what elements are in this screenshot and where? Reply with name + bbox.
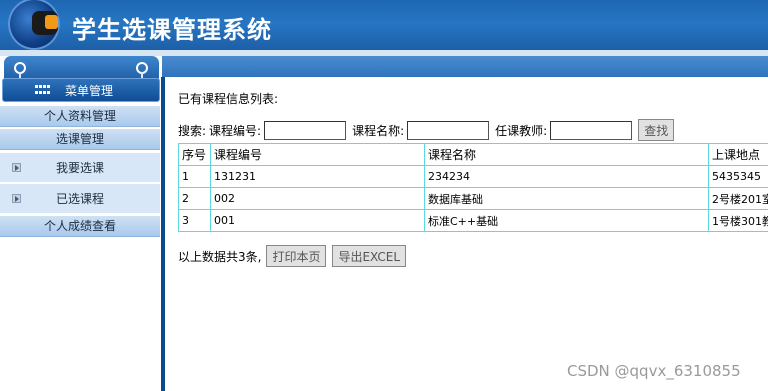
table-header-row: 序号 课程编号 课程名称 上课地点	[178, 143, 768, 166]
sidebar-blank	[0, 238, 160, 391]
menu-header-label: 菜单管理	[65, 83, 114, 98]
ring-icon	[14, 62, 26, 80]
cell-location: 2号楼201室	[708, 187, 768, 210]
ring-icon	[136, 62, 148, 80]
app-header: 学生选课管理系统	[0, 0, 768, 50]
watermark: CSDN @qqvx_6310855	[567, 362, 741, 380]
menu-header[interactable]: 菜单管理	[2, 78, 160, 102]
cell-index: 3	[178, 209, 211, 232]
column-header: 课程名称	[424, 143, 709, 166]
record-count: 以上数据共3条,	[178, 249, 262, 264]
table-row[interactable]: 1 131231 234234 5435345	[178, 165, 768, 188]
column-header: 序号	[178, 143, 211, 166]
menu-cap	[4, 56, 159, 80]
table-footer: 以上数据共3条, 打印本页 导出EXCEL	[178, 245, 412, 267]
course-code-input[interactable]	[264, 120, 347, 140]
logo-accent	[45, 15, 58, 29]
cell-index: 2	[178, 187, 211, 210]
cell-course-name: 数据库基础	[424, 187, 709, 210]
nav-item-label: 已选课程	[56, 192, 105, 206]
search-button[interactable]: 查找	[638, 119, 675, 141]
app-title: 学生选课管理系统	[72, 15, 272, 44]
sidebar: 菜单管理 个人资料管理 选课管理 我要选课 已选课程 个人成绩查看	[0, 56, 162, 391]
search-bar: 搜索: 课程编号: 课程名称: 任课教师: 查找	[178, 119, 675, 141]
teacher-label: 任课教师:	[495, 123, 548, 138]
nav-section-grades[interactable]: 个人成绩查看	[0, 216, 160, 237]
cell-course-code: 002	[210, 187, 425, 210]
teacher-input[interactable]	[550, 120, 633, 140]
course-table: 序号 课程编号 课程名称 上课地点 1 131231 234234 543534…	[178, 143, 768, 232]
nav-section-profile[interactable]: 个人资料管理	[0, 106, 160, 127]
table-row[interactable]: 3 001 标准C++基础 1号楼301教	[178, 209, 768, 232]
nav-item-label: 我要选课	[56, 161, 105, 175]
print-button[interactable]: 打印本页	[266, 245, 327, 267]
column-header: 课程编号	[210, 143, 425, 166]
table-row[interactable]: 2 002 数据库基础 2号楼201室	[178, 187, 768, 210]
list-title: 已有课程信息列表:	[178, 92, 279, 106]
arrow-bullet-icon	[12, 194, 21, 203]
cell-course-code: 131231	[210, 165, 425, 188]
cell-location: 1号楼301教	[708, 209, 768, 232]
arrow-bullet-icon	[12, 163, 21, 172]
main-content: 已有课程信息列表: 搜索: 课程编号: 课程名称: 任课教师: 查找 序号 课程…	[165, 77, 768, 391]
app-logo	[8, 0, 60, 50]
cell-course-name: 234234	[424, 165, 709, 188]
nav-item-select-course[interactable]: 我要选课	[0, 153, 160, 183]
column-header: 上课地点	[708, 143, 768, 166]
cell-course-code: 001	[210, 209, 425, 232]
cell-course-name: 标准C++基础	[424, 209, 709, 232]
nav-item-selected-courses[interactable]: 已选课程	[0, 184, 160, 214]
nav-section-course-selection[interactable]: 选课管理	[0, 129, 160, 150]
course-name-label: 课程名称:	[352, 123, 405, 138]
search-prefix: 搜索:	[178, 123, 207, 138]
grid-menu-icon	[35, 85, 51, 95]
cell-index: 1	[178, 165, 211, 188]
course-code-label: 课程编号:	[209, 123, 262, 138]
course-name-input[interactable]	[407, 120, 490, 140]
export-excel-button[interactable]: 导出EXCEL	[332, 245, 407, 267]
cell-location: 5435345	[708, 165, 768, 188]
